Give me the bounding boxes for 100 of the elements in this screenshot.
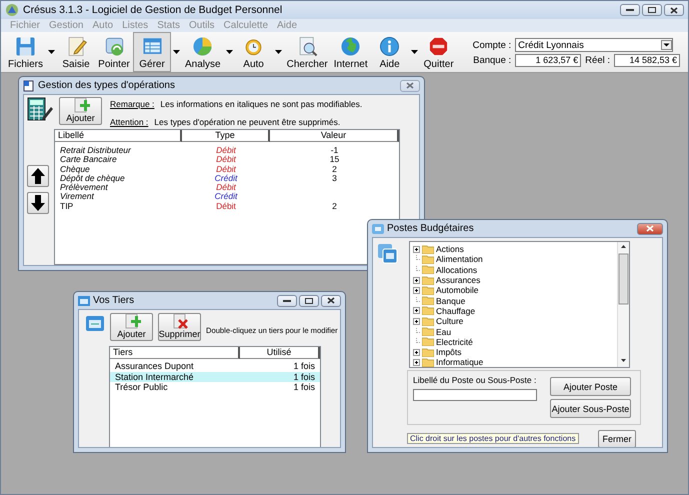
list-row[interactable]: Trésor Public 1 fois [110, 382, 320, 392]
toolbar-button[interactable]: Pointer [95, 32, 134, 72]
caret-icon [410, 50, 418, 54]
toolbar-button[interactable]: Internet [330, 32, 371, 72]
expand-icon[interactable] [413, 348, 420, 356]
close-icon [670, 6, 678, 14]
folder-icon [422, 306, 434, 316]
maximize-icon [648, 7, 656, 13]
close-dialog-button[interactable]: Fermer [598, 430, 636, 447]
tree-item[interactable]: Informatique [413, 357, 617, 367]
expand-icon[interactable] [413, 307, 420, 314]
table-cell-text: Carte Bancaire [59, 155, 118, 165]
list-row[interactable]: Station Intermarché 1 fois [110, 372, 320, 382]
expand-icon[interactable] [413, 318, 420, 325]
table-cell-text: Débit [215, 164, 238, 174]
caret-icon [48, 50, 56, 54]
table-cell-text: Crédit [214, 174, 239, 184]
table-cell-text: Prélèvement [59, 183, 108, 192]
move-down-button[interactable] [27, 192, 49, 214]
table-cell-text: 2 [331, 202, 338, 212]
folder-icon [422, 286, 434, 295]
scrollbar[interactable] [617, 242, 629, 367]
cards-icon [377, 243, 399, 265]
add-subitem-button[interactable]: Ajouter Sous-Poste [550, 399, 631, 418]
note-label: Remarque : [110, 99, 154, 109]
tree-item[interactable]: Electricité [413, 336, 617, 347]
toolbar-button[interactable]: Analyse [182, 32, 224, 72]
toolbar-button[interactable]: Saisie [57, 32, 96, 72]
toolbar-button[interactable]: Quitter [420, 32, 458, 72]
table-cell-text: Chèque [59, 164, 91, 174]
note-label: Attention : [110, 117, 148, 127]
table-cell-text: Virement [59, 192, 96, 202]
table-cell-text: Retrait Distributeur [59, 146, 132, 156]
tree-item[interactable]: Actions [413, 244, 617, 254]
field-label: Banque : [472, 55, 512, 66]
folder-icon [422, 254, 434, 264]
delete-button[interactable]: Supprimer [158, 313, 201, 341]
window-title: Crésus 3.1.3 - Logiciel de Gestion de Budget Personnel [23, 4, 284, 16]
maximize-button[interactable] [642, 4, 662, 16]
caret-icon [274, 50, 282, 54]
toolbar-button[interactable]: Gérer [133, 32, 172, 72]
tree-item[interactable]: Culture [413, 316, 617, 326]
window-title: Vos Tiers [93, 295, 136, 306]
table-cell-text: Débit [215, 202, 237, 212]
minimize-button[interactable] [620, 4, 640, 16]
toolbar-button[interactable]: Aide [370, 32, 409, 72]
table-cell-text: Débit [215, 183, 238, 192]
account-dropdown[interactable]: Crédit Lyonnais [515, 38, 674, 52]
expand-icon[interactable] [413, 246, 420, 253]
table-cell-text: 15 [328, 155, 340, 165]
column-header[interactable]: Utilisé [240, 347, 320, 359]
move-up-button[interactable] [27, 165, 49, 187]
toolbar-button[interactable]: Auto [234, 32, 273, 72]
arrow-down-icon [31, 195, 45, 211]
table-cell-text: Dépôt de chèque [59, 174, 126, 184]
window-title: Gestion des types d'opérations [38, 80, 176, 91]
column-header[interactable]: Libellé [55, 130, 182, 142]
minimize-icon [283, 300, 291, 302]
amount-field: 14 582,53 € [614, 54, 680, 67]
restore-button[interactable] [299, 294, 319, 306]
minimize-icon [626, 9, 634, 11]
add-button[interactable]: Ajouter [110, 313, 153, 341]
note-text: Les types d'opération ne peuvent être supprimés. [154, 117, 340, 127]
add-button[interactable]: Ajouter [59, 97, 102, 125]
table-cell-text: 2 [331, 164, 338, 174]
table-cell-text: Débit [215, 155, 238, 165]
close-button[interactable] [664, 4, 684, 16]
tree-item[interactable]: Banque [413, 295, 617, 306]
tree-item[interactable]: Allocations [413, 264, 617, 275]
add-item-button[interactable]: Ajouter Poste [550, 377, 631, 396]
expand-icon[interactable] [413, 358, 420, 366]
minimize-button[interactable] [277, 294, 297, 306]
tree-item[interactable]: Alimentation [413, 254, 617, 265]
expand-icon[interactable] [413, 286, 420, 294]
column-header[interactable]: Tiers [110, 347, 240, 359]
column-header[interactable]: Type [182, 130, 270, 142]
expand-icon[interactable] [413, 276, 420, 284]
toolbar-button[interactable]: Chercher [284, 32, 331, 72]
list-row[interactable]: Assurances Dupont 1 fois [110, 361, 320, 372]
tree-item[interactable]: Automobile [413, 285, 617, 296]
folder-icon [422, 265, 434, 274]
folder-icon [422, 296, 434, 306]
delete-document-icon [170, 314, 188, 329]
window-icon [78, 294, 90, 306]
folder-icon [422, 358, 434, 367]
arrow-up-icon [31, 168, 45, 184]
window-icon [372, 222, 384, 234]
close-icon [327, 297, 335, 304]
tree-item[interactable]: Chauffage [413, 306, 617, 316]
folder-icon [422, 316, 434, 326]
toolbar-button[interactable]: Fichiers [5, 32, 46, 72]
tree-item[interactable]: Eau [413, 326, 617, 337]
input-field[interactable] [413, 389, 537, 401]
close-button[interactable] [321, 294, 341, 306]
table-cell-text: TIP [59, 202, 74, 212]
tree-item[interactable]: Impôts [413, 346, 617, 358]
amount-field: 1 623,57 € [515, 54, 582, 67]
tree-item[interactable]: Assurances [413, 274, 617, 286]
column-header[interactable]: Valeur [270, 130, 399, 142]
app-icon [5, 3, 19, 17]
